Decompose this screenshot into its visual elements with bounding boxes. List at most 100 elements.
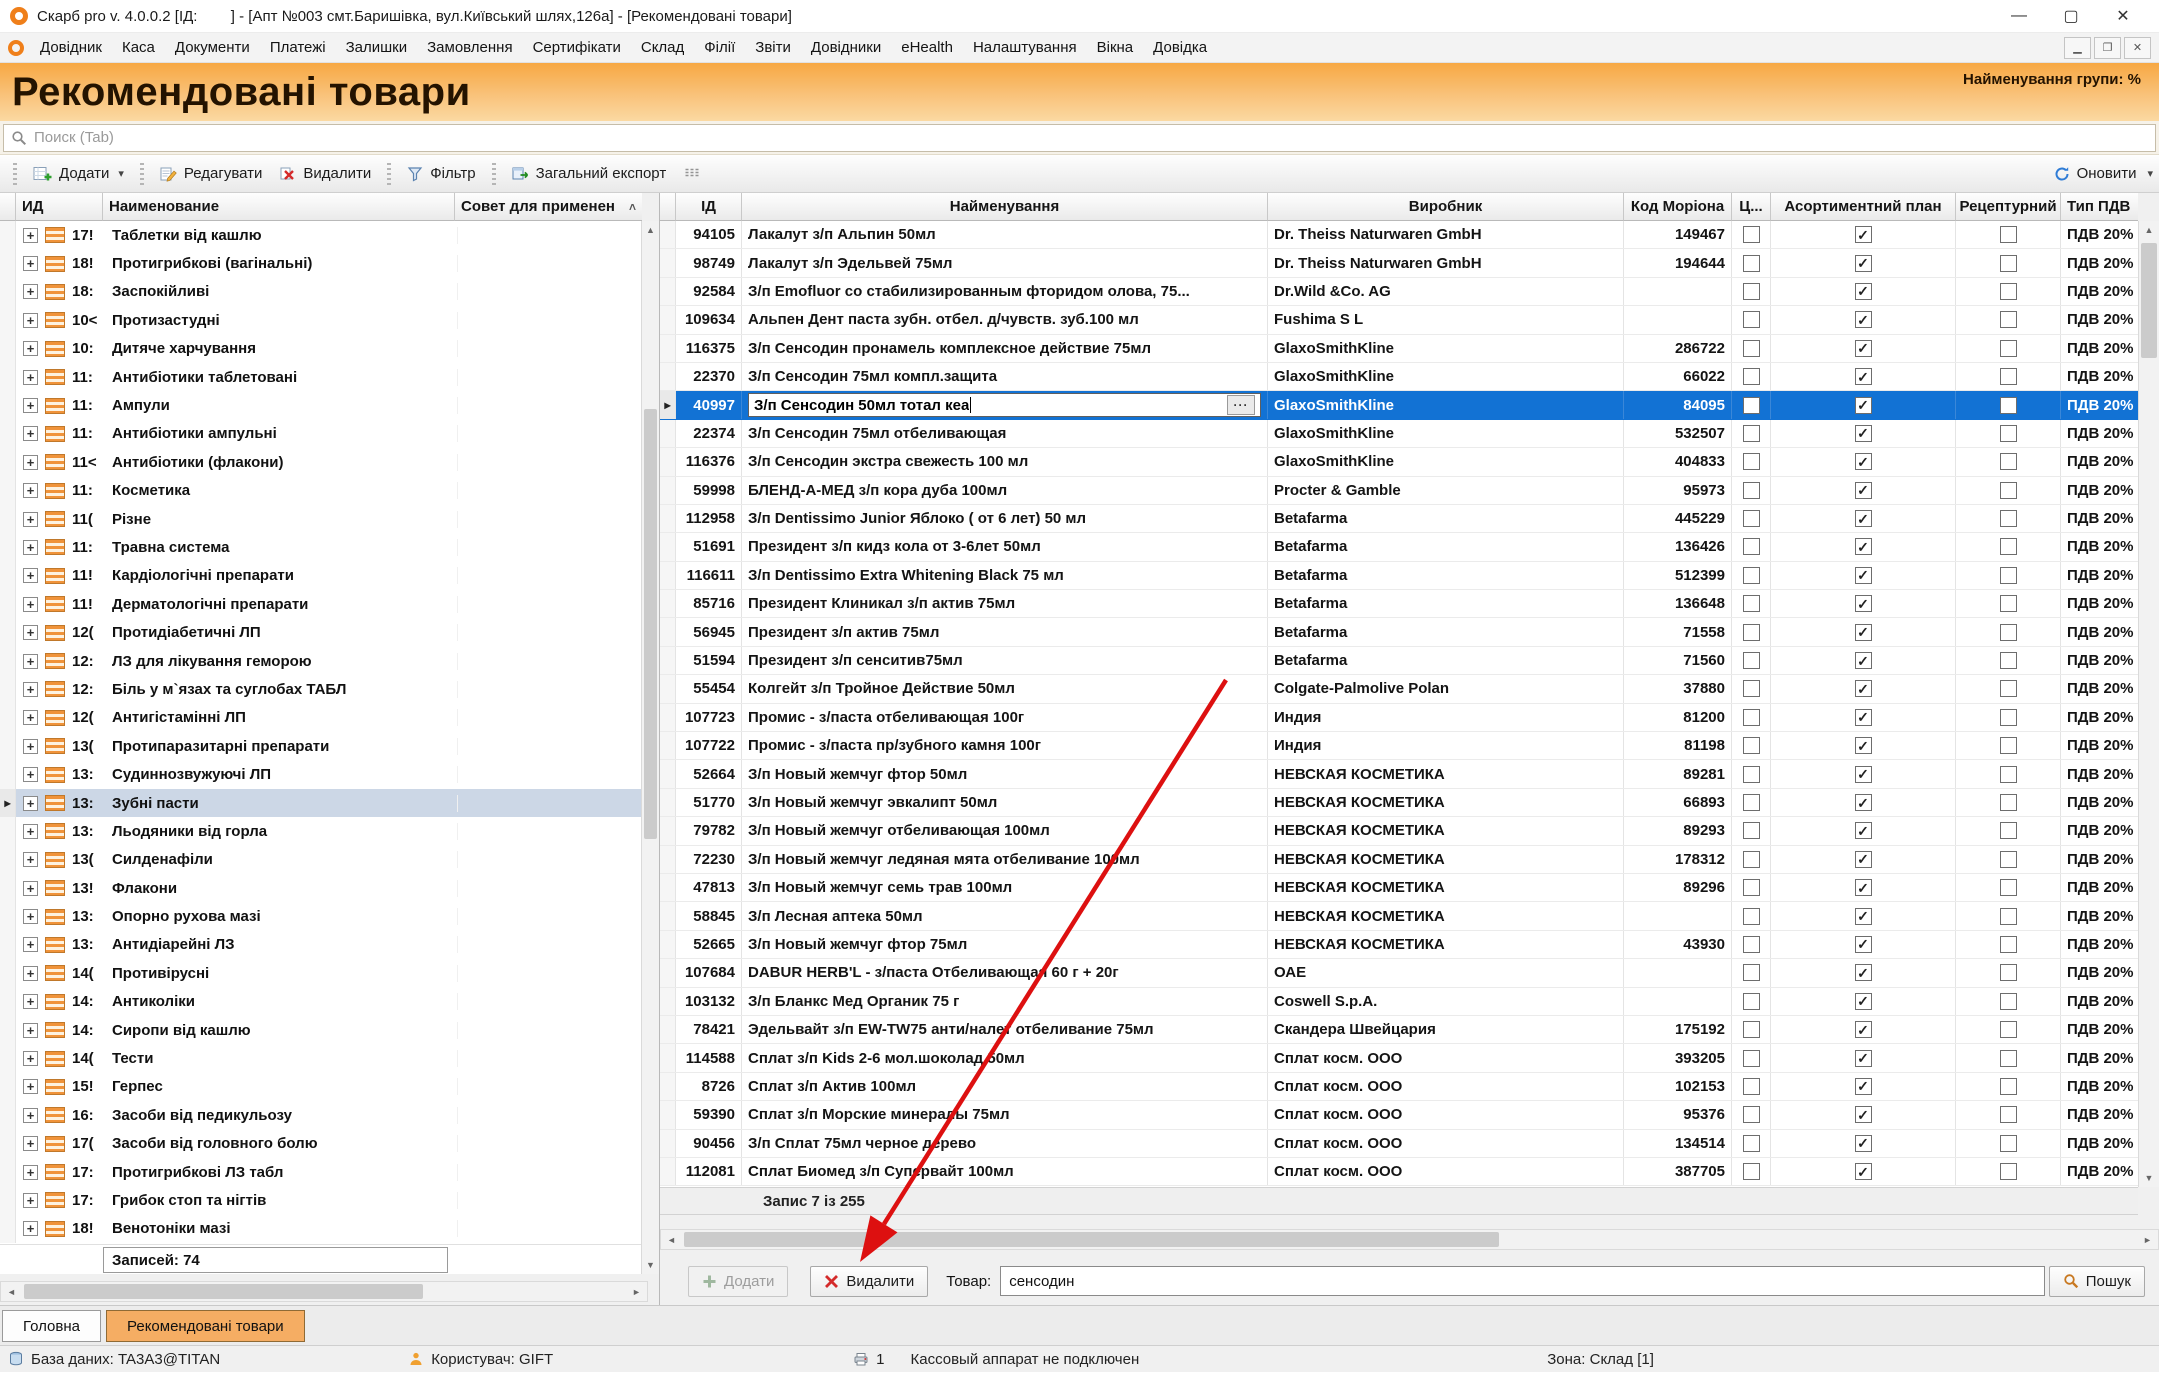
search-input[interactable] (34, 129, 2148, 146)
tab-recommended-goods[interactable]: Рекомендовані товари (106, 1310, 305, 1342)
export-button[interactable]: Загальний експорт (503, 160, 676, 187)
expand-icon[interactable]: + (23, 852, 38, 867)
column-header-vendor[interactable]: Виробник (1268, 193, 1624, 221)
price-checkbox[interactable] (1743, 482, 1760, 499)
expand-icon[interactable]: + (23, 568, 38, 583)
assortment-plan-checkbox[interactable]: ✓ (1855, 595, 1872, 612)
tree-item[interactable]: +11!Дерматологічні препарати (0, 590, 642, 618)
price-checkbox[interactable] (1743, 1163, 1760, 1180)
expand-icon[interactable]: + (23, 1023, 38, 1038)
prescription-checkbox[interactable] (2000, 538, 2017, 555)
tree-item[interactable]: +11!Кардіологічні препарати (0, 562, 642, 590)
prescription-checkbox[interactable] (2000, 652, 2017, 669)
table-row[interactable]: 107723Промис - з/паста отбеливающая 100г… (660, 704, 2138, 732)
price-checkbox[interactable] (1743, 538, 1760, 555)
assortment-plan-checkbox[interactable]: ✓ (1855, 879, 1872, 896)
tree-item[interactable]: +12:ЛЗ для лікування геморою (0, 647, 642, 675)
table-row[interactable]: 55454Колгейт з/п Тройное Действие 50млCo… (660, 675, 2138, 703)
prescription-checkbox[interactable] (2000, 368, 2017, 385)
expand-icon[interactable]: + (23, 1079, 38, 1094)
table-row[interactable]: 8726Сплат з/п Актив 100млСплат косм. ООО… (660, 1073, 2138, 1101)
menu-item[interactable]: Замовлення (417, 35, 522, 60)
menu-item[interactable]: Залишки (336, 35, 418, 60)
tree-item[interactable]: +12(Антигістамінні ЛП (0, 704, 642, 732)
assortment-plan-checkbox[interactable]: ✓ (1855, 1106, 1872, 1123)
tree-item[interactable]: +14:Сиропи від кашлю (0, 1016, 642, 1044)
table-row[interactable]: 112958З/п Dentissimo Junior Яблоко ( от … (660, 505, 2138, 533)
add-product-button[interactable]: Додати (688, 1266, 788, 1297)
search-box[interactable] (3, 124, 2156, 152)
assortment-plan-checkbox[interactable]: ✓ (1855, 936, 1872, 953)
delete-button[interactable]: Видалити (271, 160, 380, 187)
price-checkbox[interactable] (1743, 340, 1760, 357)
prescription-checkbox[interactable] (2000, 567, 2017, 584)
expand-icon[interactable]: + (23, 881, 38, 896)
tree-item[interactable]: +11:Ампули (0, 391, 642, 419)
tree-horizontal-scrollbar[interactable]: ◄ ► (0, 1281, 648, 1302)
expand-icon[interactable]: + (23, 540, 38, 555)
assortment-plan-checkbox[interactable]: ✓ (1855, 908, 1872, 925)
prescription-checkbox[interactable] (2000, 680, 2017, 697)
assortment-plan-checkbox[interactable]: ✓ (1855, 1078, 1872, 1095)
column-header-morion-code[interactable]: Код Моріона (1624, 193, 1732, 221)
product-input[interactable] (1000, 1266, 2045, 1296)
assortment-plan-checkbox[interactable]: ✓ (1855, 652, 1872, 669)
prescription-checkbox[interactable] (2000, 510, 2017, 527)
menu-item[interactable]: Документи (165, 35, 260, 60)
tree-item[interactable]: +18!Венотоніки мазі (0, 1215, 642, 1243)
close-button[interactable]: ✕ (2097, 0, 2149, 32)
assortment-plan-checkbox[interactable]: ✓ (1855, 851, 1872, 868)
price-checkbox[interactable] (1743, 311, 1760, 328)
tree-item[interactable]: +18:Заспокійливі (0, 278, 642, 306)
prescription-checkbox[interactable] (2000, 908, 2017, 925)
table-row[interactable]: 116376З/п Сенсодин экстра свежесть 100 м… (660, 448, 2138, 476)
prescription-checkbox[interactable] (2000, 737, 2017, 754)
price-checkbox[interactable] (1743, 993, 1760, 1010)
inline-editor[interactable]: З/п Сенсодин 50мл тотал кеа··· (748, 393, 1261, 417)
expand-icon[interactable]: + (23, 512, 38, 527)
prescription-checkbox[interactable] (2000, 1135, 2017, 1152)
maximize-button[interactable]: ▢ (2045, 0, 2097, 32)
tree-item[interactable]: +12(Протидіабетичні ЛП (0, 618, 642, 646)
prescription-checkbox[interactable] (2000, 851, 2017, 868)
assortment-plan-checkbox[interactable]: ✓ (1855, 482, 1872, 499)
assortment-plan-checkbox[interactable]: ✓ (1855, 766, 1872, 783)
table-row[interactable]: 90456З/п Сплат 75мл черное деревоСплат к… (660, 1130, 2138, 1158)
scroll-up-icon[interactable]: ▲ (2139, 221, 2159, 239)
tree-item[interactable]: +14:Антиколіки (0, 988, 642, 1016)
price-checkbox[interactable] (1743, 964, 1760, 981)
assortment-plan-checkbox[interactable]: ✓ (1855, 311, 1872, 328)
expand-icon[interactable]: + (23, 994, 38, 1009)
table-row[interactable]: 78421Эдельвайт з/п EW-TW75 анти/налет от… (660, 1016, 2138, 1044)
menu-item[interactable]: Каса (112, 35, 165, 60)
prescription-checkbox[interactable] (2000, 1021, 2017, 1038)
expand-icon[interactable]: + (23, 1193, 38, 1208)
prescription-checkbox[interactable] (2000, 482, 2017, 499)
table-row[interactable]: 116375З/п Сенсодин пронамель комплексное… (660, 335, 2138, 363)
prescription-checkbox[interactable] (2000, 397, 2017, 414)
column-header-name[interactable]: Найменування (742, 193, 1268, 221)
mdi-close-button[interactable]: ✕ (2124, 37, 2151, 59)
refresh-dropdown-icon[interactable]: ▾ (2147, 167, 2153, 180)
price-checkbox[interactable] (1743, 1078, 1760, 1095)
prescription-checkbox[interactable] (2000, 425, 2017, 442)
assortment-plan-checkbox[interactable]: ✓ (1855, 283, 1872, 300)
price-checkbox[interactable] (1743, 453, 1760, 470)
table-row[interactable]: 51691Президент з/п кидз кола от 3-6лет 5… (660, 533, 2138, 561)
expand-icon[interactable]: + (23, 1165, 38, 1180)
scroll-right-icon[interactable]: ► (626, 1287, 647, 1297)
price-checkbox[interactable] (1743, 397, 1760, 414)
expand-icon[interactable]: + (23, 966, 38, 981)
prescription-checkbox[interactable] (2000, 283, 2017, 300)
expand-icon[interactable]: + (23, 682, 38, 697)
mdi-restore-button[interactable]: ❐ (2094, 37, 2121, 59)
prescription-checkbox[interactable] (2000, 794, 2017, 811)
tree-item[interactable]: +13(Силденафіли (0, 846, 642, 874)
table-row[interactable]: 72230З/п Новый жемчуг ледяная мята отбел… (660, 846, 2138, 874)
table-row[interactable]: 109634Альпен Дент паста зубн. отбел. д/ч… (660, 306, 2138, 334)
prescription-checkbox[interactable] (2000, 340, 2017, 357)
prescription-checkbox[interactable] (2000, 936, 2017, 953)
menu-item[interactable]: Довідка (1143, 35, 1217, 60)
table-row[interactable]: 52665З/п Новый жемчуг фтор 75млНЕВСКАЯ К… (660, 931, 2138, 959)
scrollbar-thumb[interactable] (2141, 243, 2157, 358)
